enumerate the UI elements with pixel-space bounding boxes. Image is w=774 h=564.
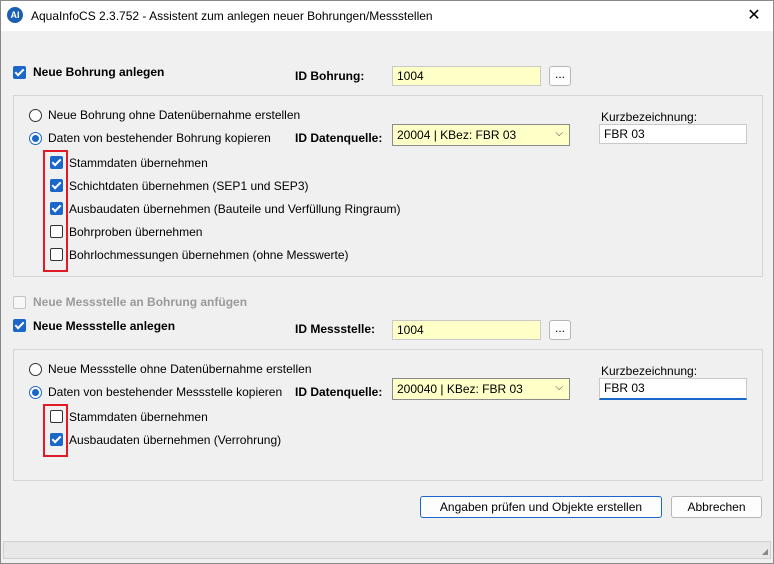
radio-bohrung-copy[interactable] bbox=[29, 132, 42, 145]
close-icon[interactable]: ✕ bbox=[741, 4, 767, 28]
bohrung-option-label: Ausbaudaten übernehmen (Bauteile und Ver… bbox=[69, 202, 401, 216]
id-messstelle-label: ID Messstelle: bbox=[295, 322, 376, 336]
bohrung-short-label: Kurzbezeichnung: bbox=[601, 110, 698, 124]
messstelle-short-input[interactable]: FBR 03 bbox=[599, 378, 747, 400]
wizard-window: AI AquaInfoCS 2.3.752 - Assistent zum an… bbox=[0, 0, 774, 564]
bohrung-option-label: Schichtdaten übernehmen (SEP1 und SEP3) bbox=[69, 179, 309, 193]
radio-messstelle-copy-label: Daten von bestehender Messstelle kopiere… bbox=[48, 385, 283, 399]
bohrung-source-combo[interactable]: 20004 | KBez: FBR 03 ⌵ bbox=[392, 124, 570, 146]
attach-messstelle-checkbox[interactable] bbox=[13, 296, 26, 309]
radio-bohrung-new-label: Neue Bohrung ohne Datenübernahme erstell… bbox=[48, 108, 301, 122]
radio-bohrung-copy-label: Daten von bestehender Bohrung kopieren bbox=[48, 131, 271, 145]
window-title: AquaInfoCS 2.3.752 - Assistent zum anleg… bbox=[31, 9, 433, 23]
bohrung-option-label: Bohrlochmessungen übernehmen (ohne Messw… bbox=[69, 248, 349, 262]
messstelle-option-label: Ausbaudaten übernehmen (Verrohrung) bbox=[69, 433, 282, 447]
messstelle-source-label: ID Datenquelle: bbox=[295, 385, 383, 399]
create-messstelle-label: Neue Messstelle anlegen bbox=[33, 319, 176, 333]
bohrung-short-input[interactable]: FBR 03 bbox=[599, 124, 747, 144]
create-messstelle-checkbox[interactable] bbox=[13, 319, 26, 332]
bohrung-source-value: 20004 | KBez: FBR 03 bbox=[397, 128, 517, 142]
create-bohrung-label: Neue Bohrung anlegen bbox=[33, 65, 165, 79]
submit-button[interactable]: Angaben prüfen und Objekte erstellen bbox=[420, 496, 662, 518]
cancel-button[interactable]: Abbrechen bbox=[671, 496, 762, 518]
radio-messstelle-copy[interactable] bbox=[29, 386, 42, 399]
bohrung-option-label: Bohrproben übernehmen bbox=[69, 225, 203, 239]
messstelle-option-checkbox[interactable] bbox=[50, 433, 63, 446]
status-bar: ◢ bbox=[3, 541, 771, 559]
title-bar: AI AquaInfoCS 2.3.752 - Assistent zum an… bbox=[1, 1, 773, 31]
bohrung-option-label: Stammdaten übernehmen bbox=[69, 156, 208, 170]
browse-messstelle-button[interactable]: ... bbox=[549, 320, 571, 340]
chevron-down-icon: ⌵ bbox=[555, 382, 563, 393]
radio-messstelle-new-label: Neue Messstelle ohne Datenübernahme erst… bbox=[48, 362, 312, 376]
radio-bohrung-new[interactable] bbox=[29, 109, 42, 122]
browse-bohrung-button[interactable]: ... bbox=[549, 66, 571, 86]
messstelle-option-checkbox[interactable] bbox=[50, 410, 63, 423]
bohrung-option-checkbox[interactable] bbox=[50, 225, 63, 238]
id-bohrung-input[interactable]: 1004 bbox=[392, 66, 541, 86]
create-bohrung-checkbox[interactable] bbox=[13, 66, 26, 79]
messstelle-short-label: Kurzbezeichnung: bbox=[601, 364, 698, 378]
id-bohrung-label: ID Bohrung: bbox=[295, 69, 365, 83]
bohrung-option-checkbox[interactable] bbox=[50, 248, 63, 261]
chevron-down-icon: ⌵ bbox=[555, 128, 563, 139]
bohrung-source-label: ID Datenquelle: bbox=[295, 131, 383, 145]
attach-messstelle-label: Neue Messstelle an Bohrung anfügen bbox=[33, 295, 248, 309]
id-messstelle-input[interactable]: 1004 bbox=[392, 320, 541, 340]
messstelle-option-label: Stammdaten übernehmen bbox=[69, 410, 208, 424]
messstelle-source-combo[interactable]: 200040 | KBez: FBR 03 ⌵ bbox=[392, 378, 570, 400]
bohrung-option-checkbox[interactable] bbox=[50, 202, 63, 215]
messstelle-source-value: 200040 | KBez: FBR 03 bbox=[397, 382, 523, 396]
bohrung-option-checkbox[interactable] bbox=[50, 179, 63, 192]
app-logo-icon: AI bbox=[7, 7, 23, 23]
bohrung-option-checkbox[interactable] bbox=[50, 156, 63, 169]
radio-messstelle-new[interactable] bbox=[29, 363, 42, 376]
resize-grip-icon[interactable]: ◢ bbox=[762, 547, 768, 556]
